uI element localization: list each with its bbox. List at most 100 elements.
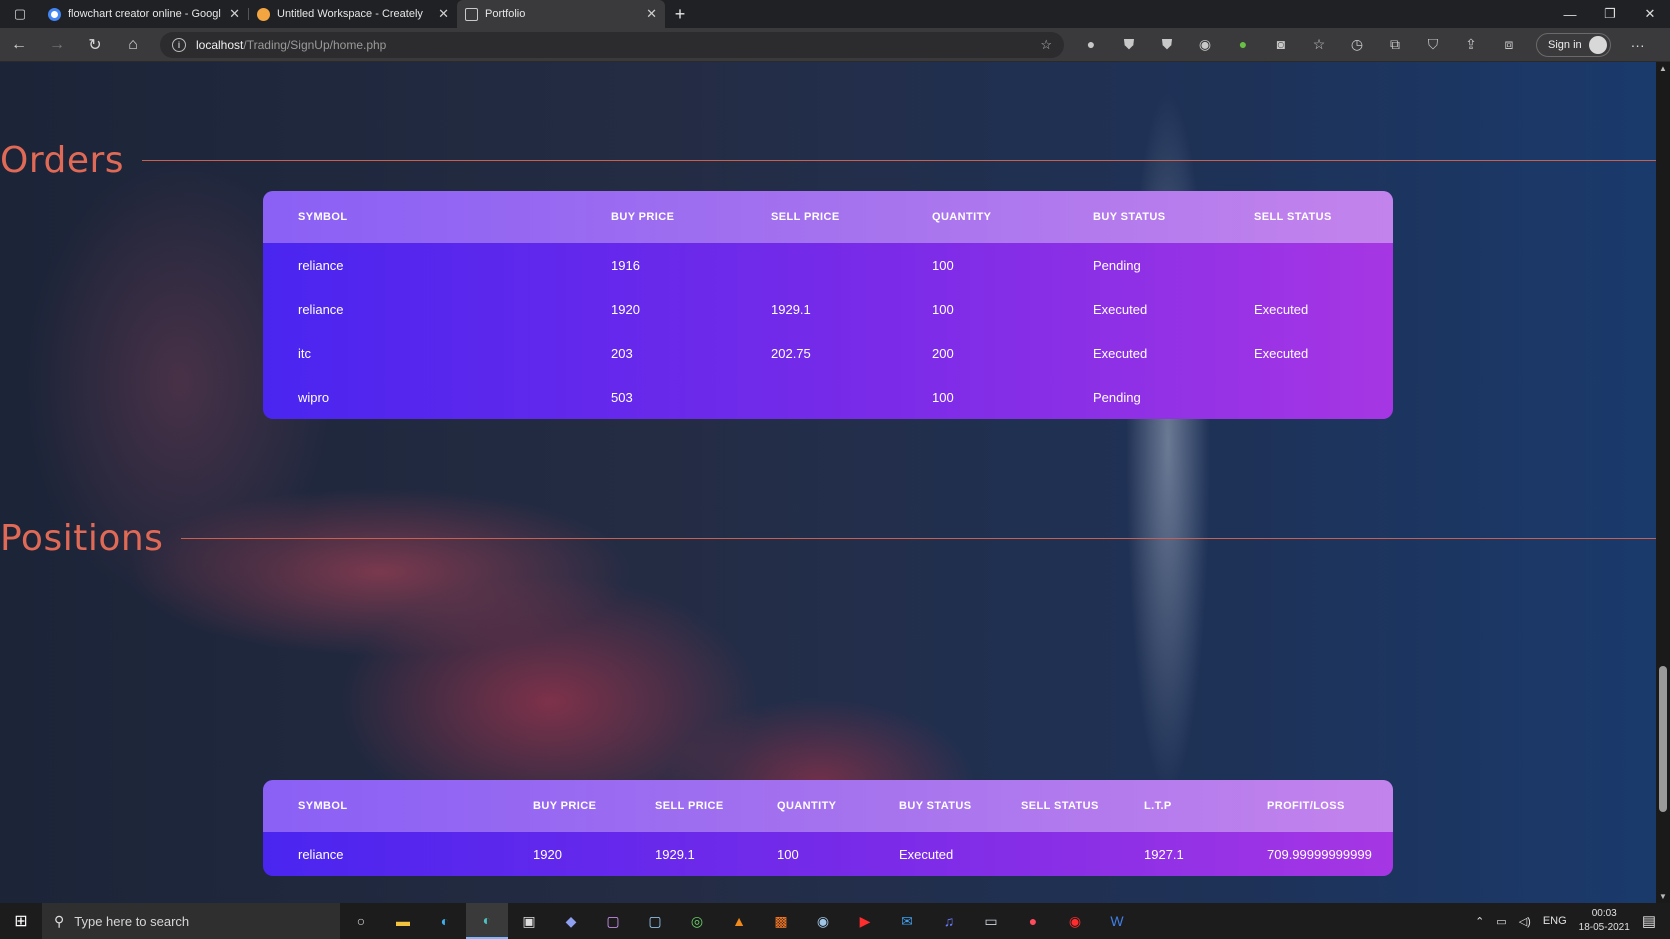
vlc-icon[interactable]: ▲ [718, 903, 760, 939]
extensions-icon[interactable]: ⧈ [1490, 36, 1528, 53]
extension-record-icon[interactable]: ◉ [1186, 36, 1224, 53]
column-header-sell-price: SELL PRICE [655, 800, 724, 812]
table-row: reliance 1916 100 Pending [263, 243, 1393, 287]
orders-table-header: SYMBOL BUY PRICE SELL PRICE QUANTITY BUY… [263, 191, 1393, 243]
positions-section-header: Positions [0, 518, 1656, 559]
network-icon[interactable]: ▭ [1496, 915, 1506, 928]
more-options-icon[interactable]: ··· [1619, 37, 1657, 53]
extension-camera-icon[interactable]: ◙ [1262, 36, 1300, 53]
word-icon[interactable]: W [1096, 903, 1138, 939]
volume-icon[interactable]: ◁) [1519, 915, 1531, 928]
scrollbar-thumb[interactable] [1659, 666, 1667, 812]
address-toolbar: ← → ↻ ⌂ i localhost/Trading/SignUp/home.… [0, 28, 1670, 62]
favorites-icon[interactable]: ☆ [1300, 36, 1338, 53]
tab-title: Portfolio [485, 8, 526, 20]
page-favicon-icon [465, 7, 478, 21]
new-tab-button[interactable]: + [665, 0, 695, 28]
windows-taskbar: ⊞ ⚲ Type here to search ○ ▬ ◐ ◐ ▣ ◆ ▢ ▢ … [0, 903, 1670, 939]
minimize-icon[interactable]: — [1550, 0, 1590, 28]
positions-title: Positions [0, 518, 164, 559]
positions-table-header: SYMBOL BUY PRICE SELL PRICE QUANTITY BUY… [263, 780, 1393, 832]
home-icon[interactable]: ⌂ [114, 36, 152, 54]
amazon-music-icon[interactable]: ♫ [928, 903, 970, 939]
search-icon: ⚲ [54, 912, 65, 929]
page-viewport: Orders SYMBOL BUY PRICE SELL PRICE QUANT… [0, 62, 1656, 903]
windows-start-icon[interactable]: ⊞ [0, 911, 42, 931]
close-tab-icon[interactable]: ✕ [438, 6, 449, 22]
clock-date: 18-05-2021 [1578, 922, 1630, 933]
forward-icon[interactable]: → [38, 36, 76, 54]
cortana-icon[interactable]: ○ [340, 903, 382, 939]
buy-status-cell: Executed [1093, 345, 1148, 361]
sell-status-cell: Executed [1254, 301, 1309, 317]
address-bar[interactable]: i localhost/Trading/SignUp/home.php ☆ [160, 31, 1064, 58]
close-tab-icon[interactable]: ✕ [646, 6, 657, 22]
scroll-down-icon[interactable]: ▼ [1656, 892, 1670, 901]
url-host: localhost [196, 37, 244, 52]
extension-globe-icon[interactable]: ● [1072, 36, 1110, 53]
symbol-cell: wipro [298, 389, 330, 405]
profit-loss-cell: 709.99999999999 [1267, 846, 1372, 862]
discord-icon[interactable]: ◆ [550, 903, 592, 939]
taskbar-search-box[interactable]: ⚲ Type here to search [42, 903, 340, 939]
edge-icon[interactable]: ◐ [424, 903, 466, 939]
sell-price-cell: 1929.1 [655, 846, 695, 862]
share-icon[interactable]: ⇪ [1452, 36, 1490, 53]
quantity-cell: 100 [932, 301, 954, 317]
add-favorite-icon[interactable]: ☆ [1040, 37, 1052, 53]
steam-icon[interactable]: ◉ [802, 903, 844, 939]
orders-divider [142, 160, 1656, 161]
symbol-cell: itc [298, 345, 311, 361]
mail-icon[interactable]: ✉ [886, 903, 928, 939]
close-tab-icon[interactable]: ✕ [229, 6, 240, 22]
url-text: localhost/Trading/SignUp/home.php [196, 38, 386, 52]
column-header-symbol: SYMBOL [298, 211, 348, 223]
taskbar-clock[interactable]: 00:03 18-05-2021 [1579, 907, 1630, 935]
page-scrollbar[interactable]: ▲ ▼ [1656, 62, 1670, 903]
tab-actions-icon[interactable]: ▢ [0, 0, 40, 28]
tab-flowchart[interactable]: flowchart creator online - Googl ✕ [40, 0, 248, 28]
prime-video-icon[interactable]: ▭ [970, 903, 1012, 939]
store-icon[interactable]: ▣ [508, 903, 550, 939]
file-explorer-icon[interactable]: ▬ [382, 903, 424, 939]
tab-creately[interactable]: Untitled Workspace - Creately ✕ [249, 0, 457, 28]
notifications-icon[interactable]: ▤ [1642, 912, 1656, 930]
lightroom-icon[interactable]: ▢ [634, 903, 676, 939]
premiere-pro-icon[interactable]: ▢ [592, 903, 634, 939]
extension-shield-icon[interactable]: ⛊ [1148, 36, 1186, 53]
extensions-area: ● ⛊ ⛊ ◉ ● ◙ ☆ ◷ ⧉ ⛉ ⇪ ⧈ [1072, 36, 1528, 53]
close-window-icon[interactable]: ✕ [1630, 0, 1670, 28]
extension-shield-icon[interactable]: ⛊ [1110, 36, 1148, 53]
column-header-sell-price: SELL PRICE [771, 211, 840, 223]
screen-recorder-icon[interactable]: ● [1012, 903, 1054, 939]
history-icon[interactable]: ◷ [1338, 36, 1376, 53]
collections-icon[interactable]: ⧉ [1376, 36, 1414, 53]
xampp-icon[interactable]: ▩ [760, 903, 802, 939]
show-hidden-icons-icon[interactable]: ⌃ [1475, 915, 1484, 928]
sell-price-cell: 1929.1 [771, 301, 811, 317]
clock-time: 00:03 [1591, 908, 1617, 919]
back-icon[interactable]: ← [0, 36, 38, 54]
language-indicator[interactable]: ENG [1543, 915, 1567, 927]
quantity-cell: 100 [932, 257, 954, 273]
site-info-icon[interactable]: i [172, 37, 186, 52]
quantity-cell: 100 [932, 389, 954, 405]
edge-dev-icon[interactable]: ◐ [466, 903, 508, 939]
sign-in-button[interactable]: Sign in [1536, 32, 1611, 57]
orders-section-header: Orders [0, 140, 1656, 181]
buy-price-cell: 503 [611, 389, 633, 405]
extension-green-icon[interactable]: ● [1224, 36, 1262, 53]
column-header-buy-price: BUY PRICE [611, 211, 675, 223]
scroll-up-icon[interactable]: ▲ [1656, 64, 1670, 73]
restore-icon[interactable]: ❐ [1590, 0, 1630, 28]
positions-table: SYMBOL BUY PRICE SELL PRICE QUANTITY BUY… [263, 780, 1393, 876]
positions-divider [181, 538, 1656, 539]
browser-essentials-icon[interactable]: ⛉ [1414, 36, 1452, 53]
tab-portfolio[interactable]: Portfolio ✕ [457, 0, 665, 28]
upwork-icon[interactable]: ◎ [676, 903, 718, 939]
refresh-icon[interactable]: ↻ [76, 35, 114, 55]
orders-table: SYMBOL BUY PRICE SELL PRICE QUANTITY BUY… [263, 191, 1393, 419]
youtube-icon[interactable]: ▶ [844, 903, 886, 939]
youtube-music-icon[interactable]: ◉ [1054, 903, 1096, 939]
column-header-quantity: QUANTITY [777, 800, 837, 812]
